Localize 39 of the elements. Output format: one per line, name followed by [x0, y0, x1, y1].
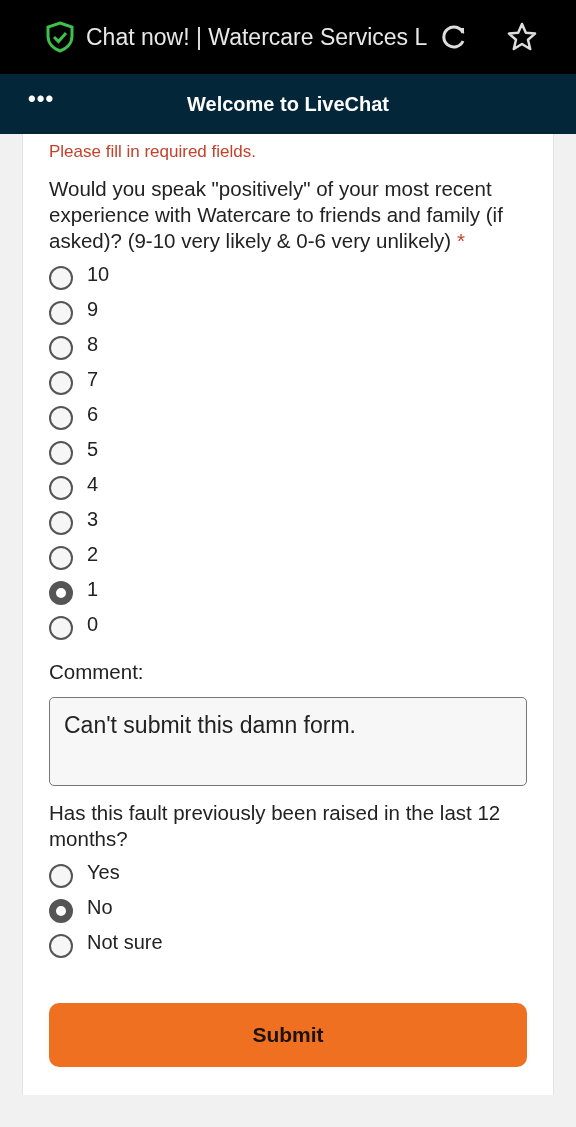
option-label[interactable]: 1 — [87, 578, 99, 601]
radio-button[interactable] — [49, 370, 73, 395]
menu-button[interactable]: ••• — [28, 86, 55, 112]
radio-button[interactable] — [49, 475, 73, 500]
comment-label: Comment: — [49, 659, 145, 685]
page-title: Chat now! | Watercare Services L — [86, 23, 428, 51]
radio-button[interactable] — [49, 265, 73, 290]
radio-button[interactable] — [49, 440, 73, 465]
comment-field[interactable]: Can't submit this damn form. — [49, 697, 527, 786]
shield-check-icon — [46, 21, 74, 53]
error-message: Please fill in required fields. — [49, 142, 257, 162]
option-label[interactable]: 5 — [87, 438, 99, 461]
radio-button[interactable] — [49, 580, 73, 605]
radio-button[interactable] — [49, 933, 73, 958]
option-label[interactable]: 7 — [87, 368, 99, 391]
option-label[interactable]: Not sure — [87, 931, 163, 954]
option-label[interactable]: 2 — [87, 543, 99, 566]
option-label[interactable]: 0 — [87, 613, 99, 636]
option-label[interactable]: 3 — [87, 508, 99, 531]
chat-title: Welcome to LiveChat — [187, 92, 389, 116]
radio-button[interactable] — [49, 898, 73, 923]
option-label[interactable]: No — [87, 896, 113, 919]
question-text: Has this fault previously been raised in the last 12 months? — [49, 800, 502, 852]
radio-button[interactable] — [49, 545, 73, 570]
option-label[interactable]: 8 — [87, 333, 99, 356]
option-label[interactable]: Yes — [87, 861, 120, 884]
radio-button[interactable] — [49, 335, 73, 360]
option-label[interactable]: 6 — [87, 403, 99, 426]
question-text: Would you speak "positively" of your most recent experience with Watercare to friends and family (if asked)? (9-10 very likely & 0-6 very unlikely) * — [49, 176, 504, 254]
radio-button[interactable] — [49, 863, 73, 888]
radio-button[interactable] — [49, 300, 73, 325]
option-label[interactable]: 10 — [87, 263, 110, 286]
radio-button[interactable] — [49, 615, 73, 640]
star-icon[interactable] — [507, 22, 538, 52]
radio-button[interactable] — [49, 510, 73, 535]
option-label[interactable]: 4 — [87, 473, 99, 496]
radio-button[interactable] — [49, 405, 73, 430]
submit-button[interactable]: Submit — [49, 1003, 527, 1067]
option-label[interactable]: 9 — [87, 298, 99, 321]
